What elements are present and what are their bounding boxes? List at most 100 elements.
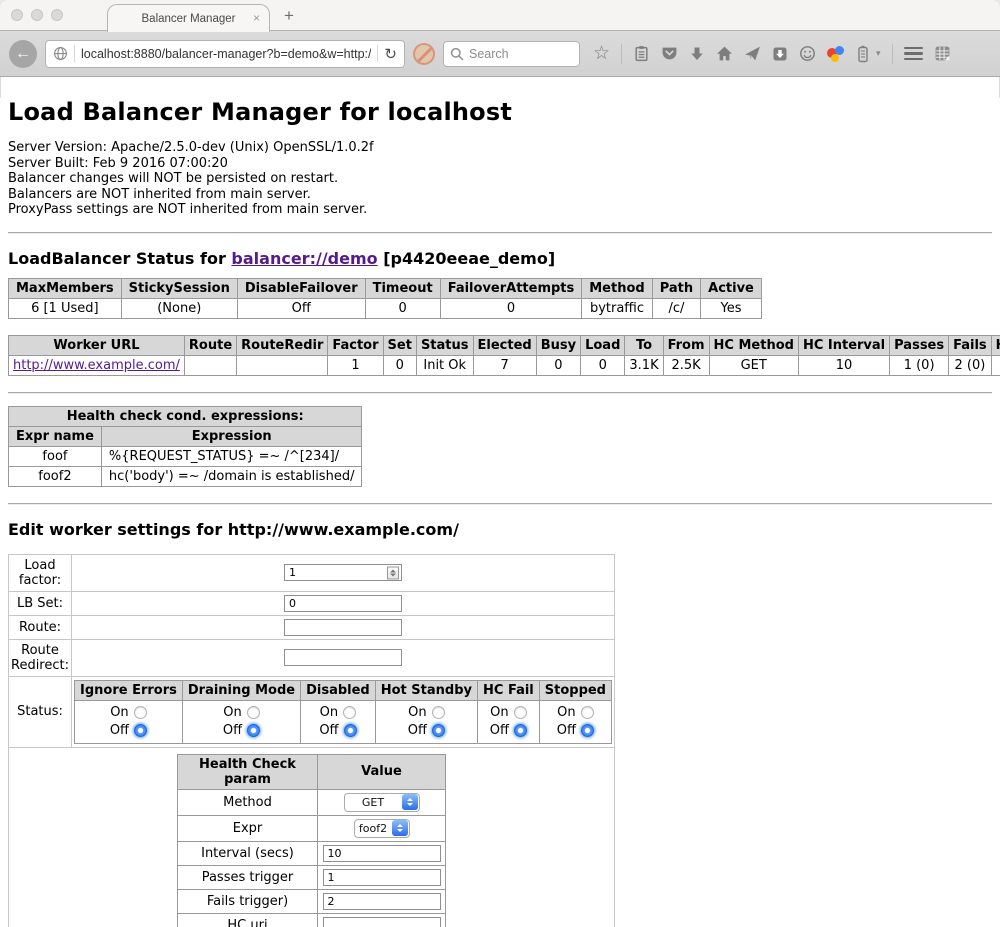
send-plane-icon[interactable] bbox=[744, 45, 761, 62]
download-arrow-icon[interactable] bbox=[689, 46, 705, 62]
radio-on-label: On bbox=[110, 704, 128, 722]
browser-tab[interactable]: Balancer Manager × bbox=[107, 4, 270, 32]
select-stepper-icon[interactable] bbox=[402, 794, 418, 810]
spinner-up-icon[interactable] bbox=[390, 569, 396, 572]
hc-col-value: Value bbox=[318, 754, 446, 789]
search-bar[interactable]: Search bbox=[443, 41, 580, 67]
lb-set-input[interactable] bbox=[284, 595, 402, 612]
status-heading: LoadBalancer Status for balancer://demo … bbox=[8, 249, 992, 268]
hc-uri-input[interactable] bbox=[323, 917, 441, 927]
expr-value-cell: %{REQUEST_STATUS} =~ /^[234]/ bbox=[101, 446, 362, 466]
url-divider bbox=[74, 45, 75, 62]
form-value-status: Ignore ErrorsDraining ModeDisabledHot St… bbox=[72, 676, 615, 747]
balancer-col-active: Active bbox=[701, 278, 762, 298]
radio-off-hc-fail[interactable] bbox=[514, 724, 527, 737]
expr-name-cell: foof2 bbox=[9, 466, 102, 486]
nav-toolbar: ← localhost:8880/balancer-manager?b=demo… bbox=[0, 31, 1000, 77]
new-tab-button[interactable]: + bbox=[284, 6, 294, 26]
fails-trigger-input[interactable] bbox=[323, 893, 441, 910]
worker-col-factor: Factor bbox=[328, 335, 383, 355]
reading-list-icon[interactable] bbox=[633, 45, 650, 62]
downloads-panel-icon[interactable] bbox=[772, 46, 788, 62]
radio-on-hc-fail[interactable] bbox=[514, 706, 527, 719]
battery-extension-icon[interactable] bbox=[855, 45, 871, 63]
worker-url-link[interactable]: http://www.example.com/ bbox=[13, 358, 180, 373]
load-factor-input[interactable] bbox=[284, 564, 402, 581]
status-col-hc-fail: HC Fail bbox=[478, 680, 540, 700]
url-text[interactable]: localhost:8880/balancer-manager?b=demo&w… bbox=[81, 47, 371, 61]
back-button[interactable]: ← bbox=[9, 40, 37, 68]
radio-off-hot-standby[interactable] bbox=[432, 724, 445, 737]
radio-off-disabled[interactable] bbox=[344, 724, 357, 737]
close-tab-icon[interactable]: × bbox=[253, 12, 260, 24]
hc-col-health-check-param: Health Check param bbox=[178, 754, 318, 789]
radio-option-off: Off bbox=[482, 722, 535, 740]
balancer-link[interactable]: balancer://demo bbox=[231, 249, 377, 268]
radio-off-draining-mode[interactable] bbox=[247, 724, 260, 737]
worker-cell-busy: 0 bbox=[536, 355, 580, 375]
passes-trigger-input[interactable] bbox=[323, 869, 441, 886]
spinner-down-icon[interactable] bbox=[390, 573, 396, 576]
radio-off-ignore-errors[interactable] bbox=[134, 724, 147, 737]
balancer-cell-timeout: 0 bbox=[365, 298, 440, 318]
route-input[interactable] bbox=[284, 619, 402, 636]
divider bbox=[8, 503, 992, 505]
number-spinner[interactable] bbox=[387, 566, 399, 579]
form-value-lb-set bbox=[72, 591, 615, 615]
worker-col-from: From bbox=[663, 335, 709, 355]
status-heading-suffix: [p4420eeae_demo] bbox=[378, 249, 556, 268]
balancer-cell-disablefailover: Off bbox=[237, 298, 365, 318]
pocket-icon[interactable] bbox=[661, 45, 678, 62]
worker-col-load: Load bbox=[581, 335, 625, 355]
url-bar[interactable]: localhost:8880/balancer-manager?b=demo&w… bbox=[45, 40, 405, 68]
chevron-down-icon[interactable]: ▾ bbox=[876, 48, 881, 59]
interval-secs-input[interactable] bbox=[323, 845, 441, 862]
health-check-cell: Health Check paramValueMethodGETExprfoof… bbox=[9, 747, 615, 927]
reload-button[interactable]: ↻ bbox=[384, 45, 397, 63]
radio-on-disabled[interactable] bbox=[343, 706, 356, 719]
window-close-button[interactable] bbox=[11, 9, 23, 21]
balancer-col-timeout: Timeout bbox=[365, 278, 440, 298]
expr-caption: Health check cond. expressions: bbox=[9, 406, 362, 426]
info-line-0: Server Version: Apache/2.5.0-dev (Unix) … bbox=[8, 140, 992, 156]
extension-colordots-icon[interactable] bbox=[827, 45, 844, 62]
balancer-col-maxmembers: MaxMembers bbox=[9, 278, 122, 298]
home-icon[interactable] bbox=[716, 45, 733, 62]
method-select[interactable]: GET bbox=[344, 793, 420, 812]
radio-off-stopped[interactable] bbox=[581, 724, 594, 737]
divider bbox=[8, 232, 992, 234]
radio-on-draining-mode[interactable] bbox=[247, 706, 260, 719]
grid-extension-icon[interactable] bbox=[934, 45, 951, 62]
select-stepper-icon[interactable] bbox=[392, 820, 408, 836]
search-placeholder: Search bbox=[469, 47, 509, 61]
content-blocked-icon[interactable] bbox=[413, 43, 435, 65]
menu-hamburger-icon[interactable] bbox=[904, 47, 923, 61]
status-table: Ignore ErrorsDraining ModeDisabledHot St… bbox=[74, 680, 612, 744]
radio-on-label: On bbox=[320, 704, 338, 722]
page-content: Load Balancer Manager for localhost Serv… bbox=[0, 98, 1000, 927]
radio-off-label: Off bbox=[557, 722, 576, 740]
info-line-2: Balancer changes will NOT be persisted o… bbox=[8, 171, 992, 187]
page-title: Load Balancer Manager for localhost bbox=[8, 98, 992, 126]
radio-on-stopped[interactable] bbox=[581, 706, 594, 719]
balancer-cell-maxmembers: 6 [1 Used] bbox=[9, 298, 122, 318]
radio-option-off: Off bbox=[305, 722, 371, 740]
radio-option-on: On bbox=[187, 704, 296, 722]
window-minimize-button[interactable] bbox=[31, 9, 43, 21]
expr-select[interactable]: foof2 bbox=[354, 819, 410, 838]
feedback-smiley-icon[interactable] bbox=[799, 45, 816, 62]
radio-option-on: On bbox=[544, 704, 607, 722]
worker-cell-set: 0 bbox=[383, 355, 416, 375]
radio-on-hot-standby[interactable] bbox=[432, 706, 445, 719]
status-col-stopped: Stopped bbox=[539, 680, 611, 700]
info-line-3: Balancers are NOT inherited from main se… bbox=[8, 187, 992, 203]
select-value: foof2 bbox=[355, 822, 392, 835]
radio-on-ignore-errors[interactable] bbox=[134, 706, 147, 719]
route-redirect-input[interactable] bbox=[284, 649, 402, 666]
window-zoom-button[interactable] bbox=[51, 9, 63, 21]
bookmark-star-icon[interactable]: ☆ bbox=[593, 44, 610, 63]
radio-option-on: On bbox=[482, 704, 535, 722]
tab-title: Balancer Manager bbox=[142, 13, 236, 25]
hc-value-interval-secs bbox=[318, 841, 446, 865]
expr-col-expr-name: Expr name bbox=[9, 426, 102, 446]
